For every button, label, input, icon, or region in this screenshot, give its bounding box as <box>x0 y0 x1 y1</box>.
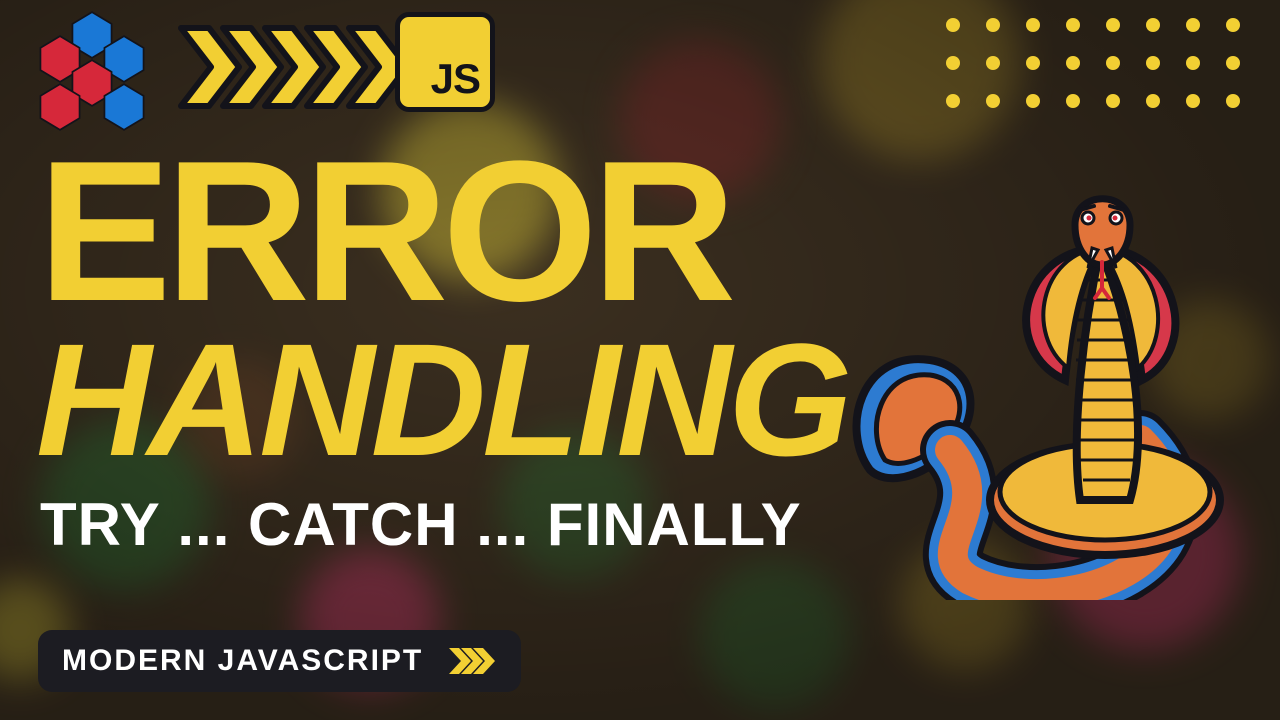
dot-icon <box>1186 56 1200 70</box>
dot-icon <box>1066 94 1080 108</box>
footer-badge: MODERN JAVASCRIPT <box>38 630 521 692</box>
dot-icon <box>1146 94 1160 108</box>
dot-icon <box>1186 18 1200 32</box>
javascript-logo-icon: JS <box>395 12 495 112</box>
thumbnail-stage: JS ERROR HANDLING TRY ... CATCH ... FINA… <box>0 0 1280 720</box>
js-badge-text: JS <box>431 55 480 103</box>
dot-icon <box>946 94 960 108</box>
title-line-2: HANDLING <box>36 320 848 480</box>
mini-chevron-stack-icon <box>447 646 497 676</box>
subtitle: TRY ... CATCH ... FINALLY <box>40 490 802 559</box>
dot-icon <box>1026 18 1040 32</box>
dot-icon <box>1026 94 1040 108</box>
dot-icon <box>986 94 1000 108</box>
dot-grid-icon <box>946 18 1240 108</box>
dot-icon <box>1106 94 1120 108</box>
dot-icon <box>1026 56 1040 70</box>
dot-icon <box>1146 56 1160 70</box>
chevron-right-stack-icon <box>175 22 413 112</box>
chevron-right-icon <box>471 646 497 676</box>
dot-icon <box>1226 18 1240 32</box>
dot-icon <box>1106 18 1120 32</box>
dot-icon <box>1066 18 1080 32</box>
dot-icon <box>986 18 1000 32</box>
dot-icon <box>946 18 960 32</box>
footer-label: MODERN JAVASCRIPT <box>62 644 423 678</box>
cobra-snake-icon <box>830 170 1250 600</box>
dot-icon <box>1226 94 1240 108</box>
dot-icon <box>1106 56 1120 70</box>
dot-icon <box>1146 18 1160 32</box>
dot-icon <box>946 56 960 70</box>
dot-icon <box>986 56 1000 70</box>
dot-icon <box>1066 56 1080 70</box>
dot-icon <box>1186 94 1200 108</box>
hexagon-cluster-icon <box>22 10 162 130</box>
title-line-1: ERROR <box>38 140 730 324</box>
dot-icon <box>1226 56 1240 70</box>
